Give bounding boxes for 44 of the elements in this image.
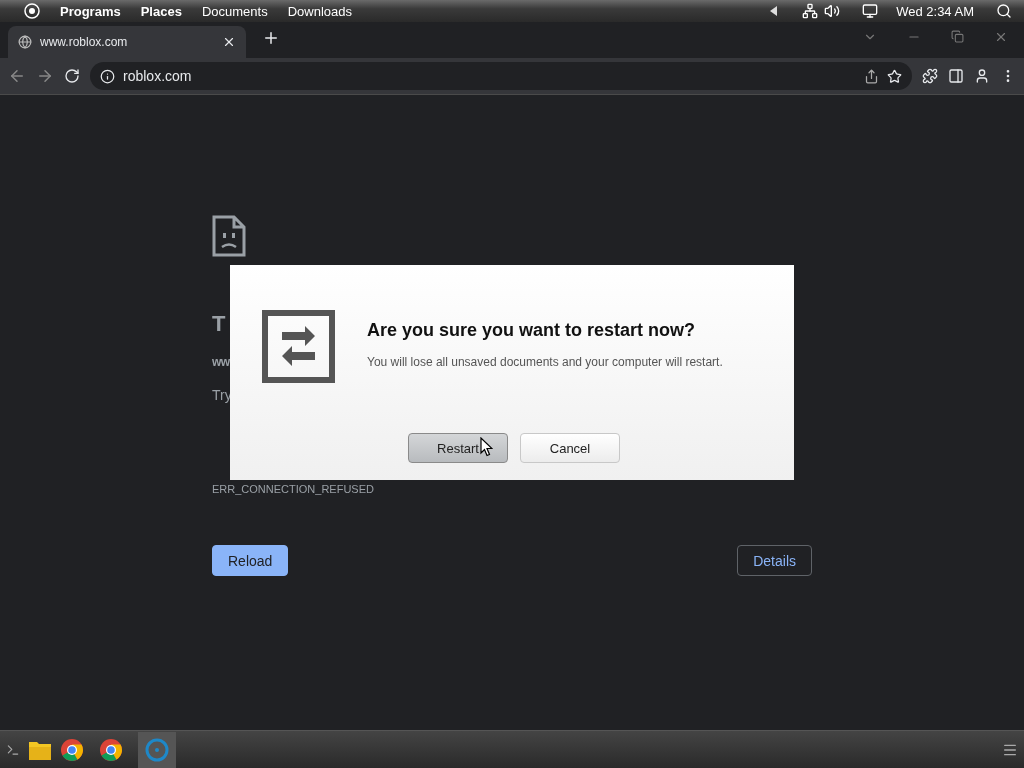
error-code: ERR_CONNECTION_REFUSED	[212, 483, 374, 495]
search-icon[interactable]	[996, 3, 1012, 19]
terminal-icon[interactable]	[6, 742, 20, 757]
panel-menu[interactable]: Programs	[60, 3, 121, 19]
dialog-button[interactable]: Cancel	[520, 433, 620, 463]
side-panel-icon[interactable]	[948, 68, 964, 84]
clock[interactable]: Wed 2:34 AM	[896, 3, 974, 19]
share-icon[interactable]	[864, 68, 879, 84]
swap-arrows-icon	[262, 310, 335, 383]
network-icon[interactable]	[802, 3, 819, 19]
close-icon[interactable]	[222, 35, 236, 49]
chrome-icon[interactable]	[60, 737, 84, 762]
address-bar[interactable]: roblox.com	[90, 62, 912, 90]
panel-menu[interactable]: Documents	[201, 3, 268, 19]
info-icon[interactable]	[100, 68, 115, 84]
new-tab-icon[interactable]	[262, 29, 280, 47]
globe-icon	[18, 35, 32, 49]
monitor-icon[interactable]	[862, 3, 879, 19]
panel-menu[interactable]: Places	[140, 3, 182, 19]
browser-tab[interactable]: www.roblox.com	[8, 26, 246, 58]
mouse-cursor-icon	[480, 437, 493, 457]
address-text: roblox.com	[123, 68, 193, 84]
chrome-icon[interactable]	[99, 737, 123, 762]
error-url: ww	[212, 355, 230, 369]
dialog-title: Are you sure you want to restart now?	[367, 320, 697, 341]
restore-icon[interactable]	[951, 30, 964, 43]
star-icon[interactable]	[887, 68, 902, 84]
reload-icon[interactable]	[64, 68, 80, 84]
volume-icon[interactable]	[824, 3, 841, 19]
tab-title: www.roblox.com	[40, 35, 129, 49]
panel-menu[interactable]: Downloads	[287, 3, 352, 19]
error-title: T	[212, 311, 226, 337]
profile-icon[interactable]	[974, 68, 990, 84]
reload-button[interactable]: Reload	[212, 545, 289, 576]
forward-icon[interactable]	[36, 67, 54, 85]
dialog-message: You will lose all unsaved documents and your computer will restart.	[367, 355, 723, 369]
extensions-icon[interactable]	[922, 68, 938, 84]
details-button[interactable]: Details	[737, 545, 812, 576]
sad-document-icon	[212, 215, 246, 257]
close-window-icon[interactable]	[994, 30, 1008, 44]
dialog-button[interactable]: Restart	[408, 433, 508, 463]
triangle-icon[interactable]	[770, 6, 779, 16]
circle-logo-icon[interactable]	[24, 3, 40, 19]
back-icon[interactable]	[8, 67, 26, 85]
